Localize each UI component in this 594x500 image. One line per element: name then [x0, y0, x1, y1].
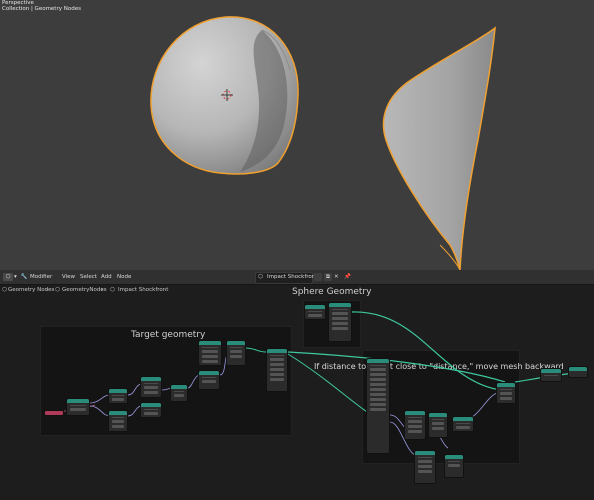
pin-icon[interactable]: 📌: [344, 273, 351, 281]
node-editor-header: ⬡ ▾ 🔧 Modifier View Select Add Node ⬡ Im…: [0, 270, 594, 285]
breadcrumb-item: GeometryNodes: [62, 287, 107, 293]
modifier-menu-icon: 🔧: [20, 274, 28, 280]
deformed-sphere-object: [150, 16, 299, 175]
node-tree-selector[interactable]: ⬡ Impact Shockfront: [255, 272, 317, 284]
node-math-subtract[interactable]: [140, 402, 162, 418]
node-tree-name: Impact Shockfront: [267, 274, 318, 280]
node-group-icon: ⬡: [55, 287, 60, 293]
node-normal[interactable]: [170, 384, 188, 402]
close-icon[interactable]: ✕: [334, 273, 339, 281]
node-group-output[interactable]: [540, 368, 562, 382]
node-object-info[interactable]: [66, 398, 90, 416]
3d-viewport[interactable]: Perspective Collection | Geometry Nodes: [0, 0, 594, 270]
node-viewer[interactable]: [568, 366, 588, 378]
node-object-info-input[interactable]: [44, 410, 64, 416]
node-combine-xyz[interactable]: [444, 454, 464, 478]
menu-view[interactable]: View: [62, 273, 75, 281]
node-set-position[interactable]: [226, 340, 246, 366]
chevron-down-icon: ▾: [14, 274, 17, 280]
node-vector-math[interactable]: [108, 410, 128, 432]
breadcrumb-separator: ›: [101, 287, 104, 293]
node-math[interactable]: [452, 416, 474, 432]
node-geometry-proximity[interactable]: [198, 340, 222, 366]
scene-canvas: [150, 16, 496, 270]
node-position[interactable]: [108, 388, 128, 404]
frame-target-geometry[interactable]: Target geometry: [40, 326, 292, 436]
menu-node[interactable]: Node: [117, 273, 131, 281]
menu-add[interactable]: Add: [101, 273, 112, 281]
frame-label: Target geometry: [131, 330, 206, 340]
node-join-geometry[interactable]: [266, 348, 288, 392]
node-uv-sphere[interactable]: [328, 302, 352, 342]
node-editor-icon[interactable]: ⬡: [3, 273, 13, 281]
geometry-node-editor[interactable]: ⬡ ▾ 🔧 Modifier View Select Add Node ⬡ Im…: [0, 270, 594, 500]
shockfront-mesh-object: [382, 26, 496, 270]
breadcrumb-item: Impact Shockfront: [118, 287, 169, 293]
node-tree-icon: ⬡: [258, 274, 263, 280]
node-vector-offset[interactable]: [414, 450, 436, 484]
sphere-geometry-label: Sphere Geometry: [292, 287, 372, 297]
node-compare[interactable]: [404, 410, 426, 440]
node-group-icon: ⬡: [110, 287, 115, 293]
fake-user-icon[interactable]: [314, 273, 322, 281]
node-scale[interactable]: [198, 370, 220, 390]
menu-select[interactable]: Select: [80, 273, 97, 281]
node-capture-attribute[interactable]: [140, 376, 162, 398]
node-switch[interactable]: [428, 412, 448, 438]
modifier-icon: ⬡: [2, 287, 7, 293]
breadcrumb-separator: ›: [46, 287, 49, 293]
node-group-input[interactable]: [366, 358, 390, 454]
node-set-position-out[interactable]: [496, 382, 516, 404]
menu-modifier[interactable]: Modifier: [30, 273, 52, 281]
node-transform[interactable]: [304, 304, 326, 320]
distance-note: If distance to target close to "distance…: [314, 362, 564, 371]
duplicate-icon[interactable]: ⧉: [324, 273, 332, 281]
